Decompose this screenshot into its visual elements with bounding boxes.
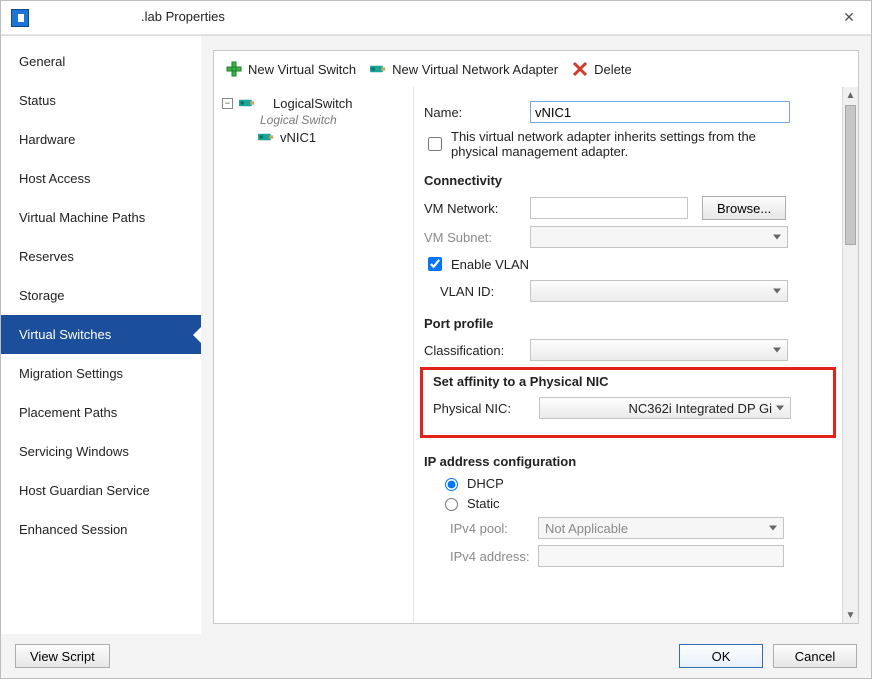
physical-nic-combo[interactable]: NC362i Integrated DP Gi xyxy=(539,397,791,419)
vm-subnet-combo xyxy=(530,226,788,248)
port-profile-heading: Port profile xyxy=(420,308,836,333)
cancel-button[interactable]: Cancel xyxy=(773,644,857,668)
enable-vlan-checkbox[interactable] xyxy=(428,257,442,271)
sidebar-item-general[interactable]: General xyxy=(1,42,201,81)
vlan-id-label: VLAN ID: xyxy=(420,284,530,299)
static-radio[interactable] xyxy=(445,498,458,511)
ipv4-pool-label: IPv4 pool: xyxy=(420,521,538,536)
form-area: Name: This virtual network adapter inher… xyxy=(414,87,858,623)
vm-network-input[interactable] xyxy=(530,197,688,219)
delete-label: Delete xyxy=(594,62,632,77)
vlan-id-combo[interactable] xyxy=(530,280,788,302)
titlebar: .lab Properties ✕ xyxy=(1,1,871,35)
dhcp-radio[interactable] xyxy=(445,478,458,491)
scroll-up-icon[interactable]: ▲ xyxy=(843,87,858,103)
close-icon[interactable]: ✕ xyxy=(839,7,859,27)
connectivity-heading: Connectivity xyxy=(420,165,836,190)
sidebar-item-enhanced-session[interactable]: Enhanced Session xyxy=(1,510,201,549)
sidebar-item-storage[interactable]: Storage xyxy=(1,276,201,315)
tree-switch-node[interactable]: − LogicalSwitch xyxy=(218,93,409,113)
network-adapter-icon xyxy=(258,129,274,145)
enable-vlan-label: Enable VLAN xyxy=(451,257,529,272)
sidebar-item-virtual-switches[interactable]: Virtual Switches xyxy=(1,315,201,354)
switch-tree: − LogicalSwitch Logical Switch xyxy=(214,87,414,623)
delete-icon xyxy=(572,61,588,77)
tree-switch-label: LogicalSwitch xyxy=(273,96,353,111)
vm-subnet-label: VM Subnet: xyxy=(420,230,530,245)
new-virtual-network-adapter-button[interactable]: New Virtual Network Adapter xyxy=(366,59,562,79)
ipv4-pool-value: Not Applicable xyxy=(539,518,783,540)
network-adapter-icon xyxy=(370,61,386,77)
ok-button[interactable]: OK xyxy=(679,644,763,668)
sidebar-item-status[interactable]: Status xyxy=(1,81,201,120)
plus-icon xyxy=(226,61,242,77)
delete-button[interactable]: Delete xyxy=(568,59,636,79)
tree-vnic-label: vNIC1 xyxy=(280,130,316,145)
physical-nic-label: Physical NIC: xyxy=(429,401,539,416)
ipv4-address-label: IPv4 address: xyxy=(420,549,538,564)
app-icon xyxy=(11,9,29,27)
inherit-label: This virtual network adapter inherits se… xyxy=(451,129,791,159)
scroll-thumb[interactable] xyxy=(845,105,856,245)
vm-network-label: VM Network: xyxy=(420,201,530,216)
new-virtual-network-adapter-label: New Virtual Network Adapter xyxy=(392,62,558,77)
form-scrollbar[interactable]: ▲ ▼ xyxy=(842,87,858,623)
ip-config-heading: IP address configuration xyxy=(420,446,836,471)
static-label: Static xyxy=(467,496,500,511)
view-script-button[interactable]: View Script xyxy=(15,644,110,668)
ipv4-pool-combo: Not Applicable xyxy=(538,517,784,539)
properties-dialog: .lab Properties ✕ General Status Hardwar… xyxy=(0,0,872,679)
classification-combo[interactable] xyxy=(530,339,788,361)
toolbar: New Virtual Switch New Virtual Network A… xyxy=(214,51,858,87)
affinity-highlight: Set affinity to a Physical NIC Physical … xyxy=(420,367,836,438)
window-title: .lab Properties xyxy=(141,9,225,24)
sidebar: General Status Hardware Host Access Virt… xyxy=(1,36,201,634)
ipv4-address-input xyxy=(538,545,784,567)
dhcp-label: DHCP xyxy=(467,476,504,491)
affinity-heading: Set affinity to a Physical NIC xyxy=(429,374,827,391)
sidebar-item-reserves[interactable]: Reserves xyxy=(1,237,201,276)
browse-button[interactable]: Browse... xyxy=(702,196,786,220)
sidebar-item-host-guardian[interactable]: Host Guardian Service xyxy=(1,471,201,510)
main-area: New Virtual Switch New Virtual Network A… xyxy=(201,36,871,634)
name-label: Name: xyxy=(420,105,530,120)
sidebar-item-migration[interactable]: Migration Settings xyxy=(1,354,201,393)
inherit-checkbox[interactable] xyxy=(428,137,442,151)
scroll-down-icon[interactable]: ▼ xyxy=(843,607,858,623)
network-adapter-icon xyxy=(239,95,255,111)
name-input[interactable] xyxy=(530,101,790,123)
classification-label: Classification: xyxy=(420,343,530,358)
physical-nic-value: NC362i Integrated DP Gi xyxy=(540,398,790,420)
new-virtual-switch-button[interactable]: New Virtual Switch xyxy=(222,59,360,79)
tree-vnic-node[interactable]: vNIC1 xyxy=(218,127,409,147)
sidebar-item-host-access[interactable]: Host Access xyxy=(1,159,201,198)
new-virtual-switch-label: New Virtual Switch xyxy=(248,62,356,77)
dialog-footer: View Script OK Cancel xyxy=(1,634,871,678)
tree-collapse-icon[interactable]: − xyxy=(222,98,233,109)
sidebar-item-vm-paths[interactable]: Virtual Machine Paths xyxy=(1,198,201,237)
sidebar-item-hardware[interactable]: Hardware xyxy=(1,120,201,159)
sidebar-item-placement-paths[interactable]: Placement Paths xyxy=(1,393,201,432)
tree-switch-subtitle: Logical Switch xyxy=(218,113,409,127)
virtual-switch-panel: New Virtual Switch New Virtual Network A… xyxy=(213,50,859,624)
sidebar-item-servicing-windows[interactable]: Servicing Windows xyxy=(1,432,201,471)
